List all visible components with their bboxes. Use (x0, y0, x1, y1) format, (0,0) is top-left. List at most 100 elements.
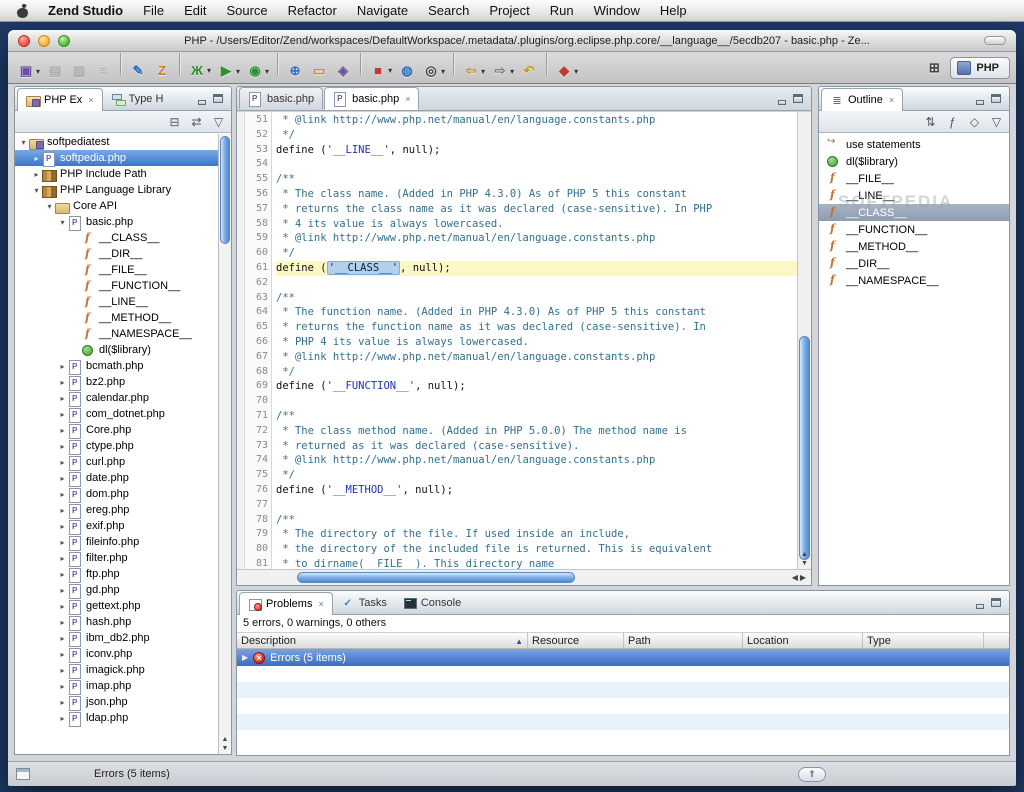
back-button[interactable]: ⇦▾ (460, 59, 487, 83)
tree-item-core-php[interactable]: ▸Core.php (15, 422, 218, 438)
collapse-all-button[interactable]: ⊟ (167, 115, 182, 129)
app-menu[interactable]: Zend Studio (38, 0, 133, 22)
fast-view-icon[interactable] (16, 768, 30, 780)
dropdown-arrow-icon[interactable]: ▾ (481, 67, 485, 76)
tree-collapsed-arrow-icon[interactable]: ▸ (57, 698, 68, 707)
sash-editor-outline[interactable] (812, 86, 818, 586)
php-functions-button[interactable]: ◍ (396, 59, 418, 83)
outline-item-line[interactable]: __LINE__ (819, 187, 1009, 204)
menu-run[interactable]: Run (540, 0, 584, 22)
column-header-location[interactable]: Location (743, 633, 863, 648)
maximize-view-icon[interactable] (212, 93, 225, 105)
outline-item-function[interactable]: __FUNCTION__ (819, 221, 1009, 238)
minimize-view-icon[interactable] (974, 93, 987, 105)
minimize-button[interactable] (38, 35, 50, 47)
dropdown-arrow-icon[interactable]: ▾ (574, 67, 578, 76)
code-line-62[interactable] (276, 276, 797, 291)
open-perspective-button[interactable]: ⊞ (923, 56, 945, 80)
new-php-project-button[interactable]: Z (151, 59, 173, 83)
tree-collapsed-arrow-icon[interactable]: ▸ (57, 458, 68, 467)
explorer-scrollbar[interactable]: ▲▼ (218, 134, 231, 754)
tree-collapsed-arrow-icon[interactable]: ▸ (31, 154, 42, 163)
tree-collapsed-arrow-icon[interactable]: ▸ (57, 378, 68, 387)
problems-group-row[interactable]: ▶ Errors (5 items) (237, 649, 1009, 666)
code-line-63[interactable]: /** (276, 291, 797, 306)
menu-help[interactable]: Help (650, 0, 697, 22)
code-line-64[interactable]: * The function name. (Added in PHP 4.3.0… (276, 305, 797, 320)
code-line-55[interactable]: /** (276, 172, 797, 187)
tree-expanded-arrow-icon[interactable]: ▾ (44, 202, 55, 211)
code-line-70[interactable] (276, 394, 797, 409)
code-line-65[interactable]: * returns the function name as it was de… (276, 320, 797, 335)
php-perspective-button[interactable]: PHP (950, 57, 1010, 79)
hide-fields-button[interactable]: ƒ (945, 115, 960, 129)
titlebar[interactable]: PHP - /Users/Editor/Zend/workspaces/Defa… (8, 30, 1016, 52)
tree-item-fileinfo-php[interactable]: ▸fileinfo.php (15, 534, 218, 550)
dropdown-arrow-icon[interactable]: ▾ (265, 67, 269, 76)
editor-tab-basic-php-2[interactable]: basic.php× (324, 87, 419, 110)
tree-collapsed-arrow-icon[interactable]: ▸ (57, 682, 68, 691)
code-line-77[interactable] (276, 498, 797, 513)
tree-item-php-include-path[interactable]: ▸PHP Include Path (15, 166, 218, 182)
tree-item-imap-php[interactable]: ▸imap.php (15, 678, 218, 694)
tab-close-icon[interactable]: × (88, 95, 93, 105)
maximize-view-icon[interactable] (792, 93, 805, 105)
tree-collapsed-arrow-icon[interactable]: ▸ (57, 586, 68, 595)
tree-collapsed-arrow-icon[interactable]: ▸ (57, 394, 68, 403)
sort-button[interactable]: ⇅ (923, 115, 938, 129)
tab-php-explorer[interactable]: PHP Ex × (17, 88, 103, 111)
tree-item-hash-php[interactable]: ▸hash.php (15, 614, 218, 630)
editor-horizontal-scrollbar[interactable]: ◀▶ (237, 569, 811, 585)
tree-item-core-api[interactable]: ▾Core API (15, 198, 218, 214)
tree-item-namespace[interactable]: __NAMESPACE__ (15, 326, 218, 342)
tree-item-function[interactable]: __FUNCTION__ (15, 278, 218, 294)
tree-item-class[interactable]: __CLASS__ (15, 230, 218, 246)
menu-search[interactable]: Search (418, 0, 479, 22)
web-browser-button[interactable]: ⊕ (284, 59, 306, 83)
tab-tasks[interactable]: Tasks (333, 592, 395, 614)
outline-item-file[interactable]: __FILE__ (819, 170, 1009, 187)
tree-item-gd-php[interactable]: ▸gd.php (15, 582, 218, 598)
outline-item-dir[interactable]: __DIR__ (819, 255, 1009, 272)
tree-item-exif-php[interactable]: ▸exif.php (15, 518, 218, 534)
print-button[interactable]: ≡ (92, 59, 114, 83)
tree-collapsed-arrow-icon[interactable]: ▸ (31, 170, 42, 179)
tree-collapsed-arrow-icon[interactable]: ▸ (57, 522, 68, 531)
tree-item-basic-php[interactable]: ▾basic.php (15, 214, 218, 230)
sash-explorer-editor[interactable] (232, 86, 236, 755)
outline-item-method[interactable]: __METHOD__ (819, 238, 1009, 255)
code-line-58[interactable]: * 4 its value is always lowercased. (276, 217, 797, 232)
tree-item-ereg-php[interactable]: ▸ereg.php (15, 502, 218, 518)
menu-navigate[interactable]: Navigate (347, 0, 418, 22)
tree-collapsed-arrow-icon[interactable]: ▸ (57, 362, 68, 371)
dropdown-arrow-icon[interactable]: ▾ (388, 66, 392, 75)
tree-collapsed-arrow-icon[interactable]: ▸ (57, 570, 68, 579)
open-file-button[interactable]: ▭ (308, 59, 330, 83)
format-button[interactable]: ◈ (332, 59, 354, 83)
code-line-69[interactable]: define ('__FUNCTION__', null); (276, 379, 797, 394)
filter-button[interactable]: ◇ (967, 115, 982, 129)
view-menu-button[interactable]: ▽ (989, 115, 1004, 129)
dropdown-arrow-icon[interactable]: ▾ (441, 67, 445, 76)
tree-item-dl-library[interactable]: dl($library) (15, 342, 218, 358)
column-header-path[interactable]: Path (624, 633, 743, 648)
dropdown-arrow-icon[interactable]: ▾ (236, 67, 240, 76)
code-line-59[interactable]: * @link http://www.php.net/manual/en/lan… (276, 231, 797, 246)
tree-item-dom-php[interactable]: ▸dom.php (15, 486, 218, 502)
editor-tab-basic-php-1[interactable]: basic.php (239, 87, 323, 109)
tree-collapsed-arrow-icon[interactable]: ▸ (57, 634, 68, 643)
tree-item-ctype-php[interactable]: ▸ctype.php (15, 438, 218, 454)
tree-collapsed-arrow-icon[interactable]: ▸ (57, 490, 68, 499)
code-line-60[interactable]: */ (276, 246, 797, 261)
progress-toggle-button[interactable]: ⇑ (798, 767, 826, 782)
column-header-resource[interactable]: Resource (528, 633, 624, 648)
save-all-button[interactable]: ▥ (68, 59, 90, 83)
tree-item-dir[interactable]: __DIR__ (15, 246, 218, 262)
debug-button[interactable]: Ж▾ (186, 59, 213, 83)
column-header-description[interactable]: Description▲ (237, 633, 528, 648)
scrollbar-thumb[interactable] (297, 572, 575, 583)
tree-collapsed-arrow-icon[interactable]: ▸ (57, 554, 68, 563)
outline-item-class[interactable]: __CLASS__ (819, 204, 1009, 221)
tree-collapsed-arrow-icon[interactable]: ▸ (57, 474, 68, 483)
tree-item-softpediatest[interactable]: ▾softpediatest (15, 134, 218, 150)
